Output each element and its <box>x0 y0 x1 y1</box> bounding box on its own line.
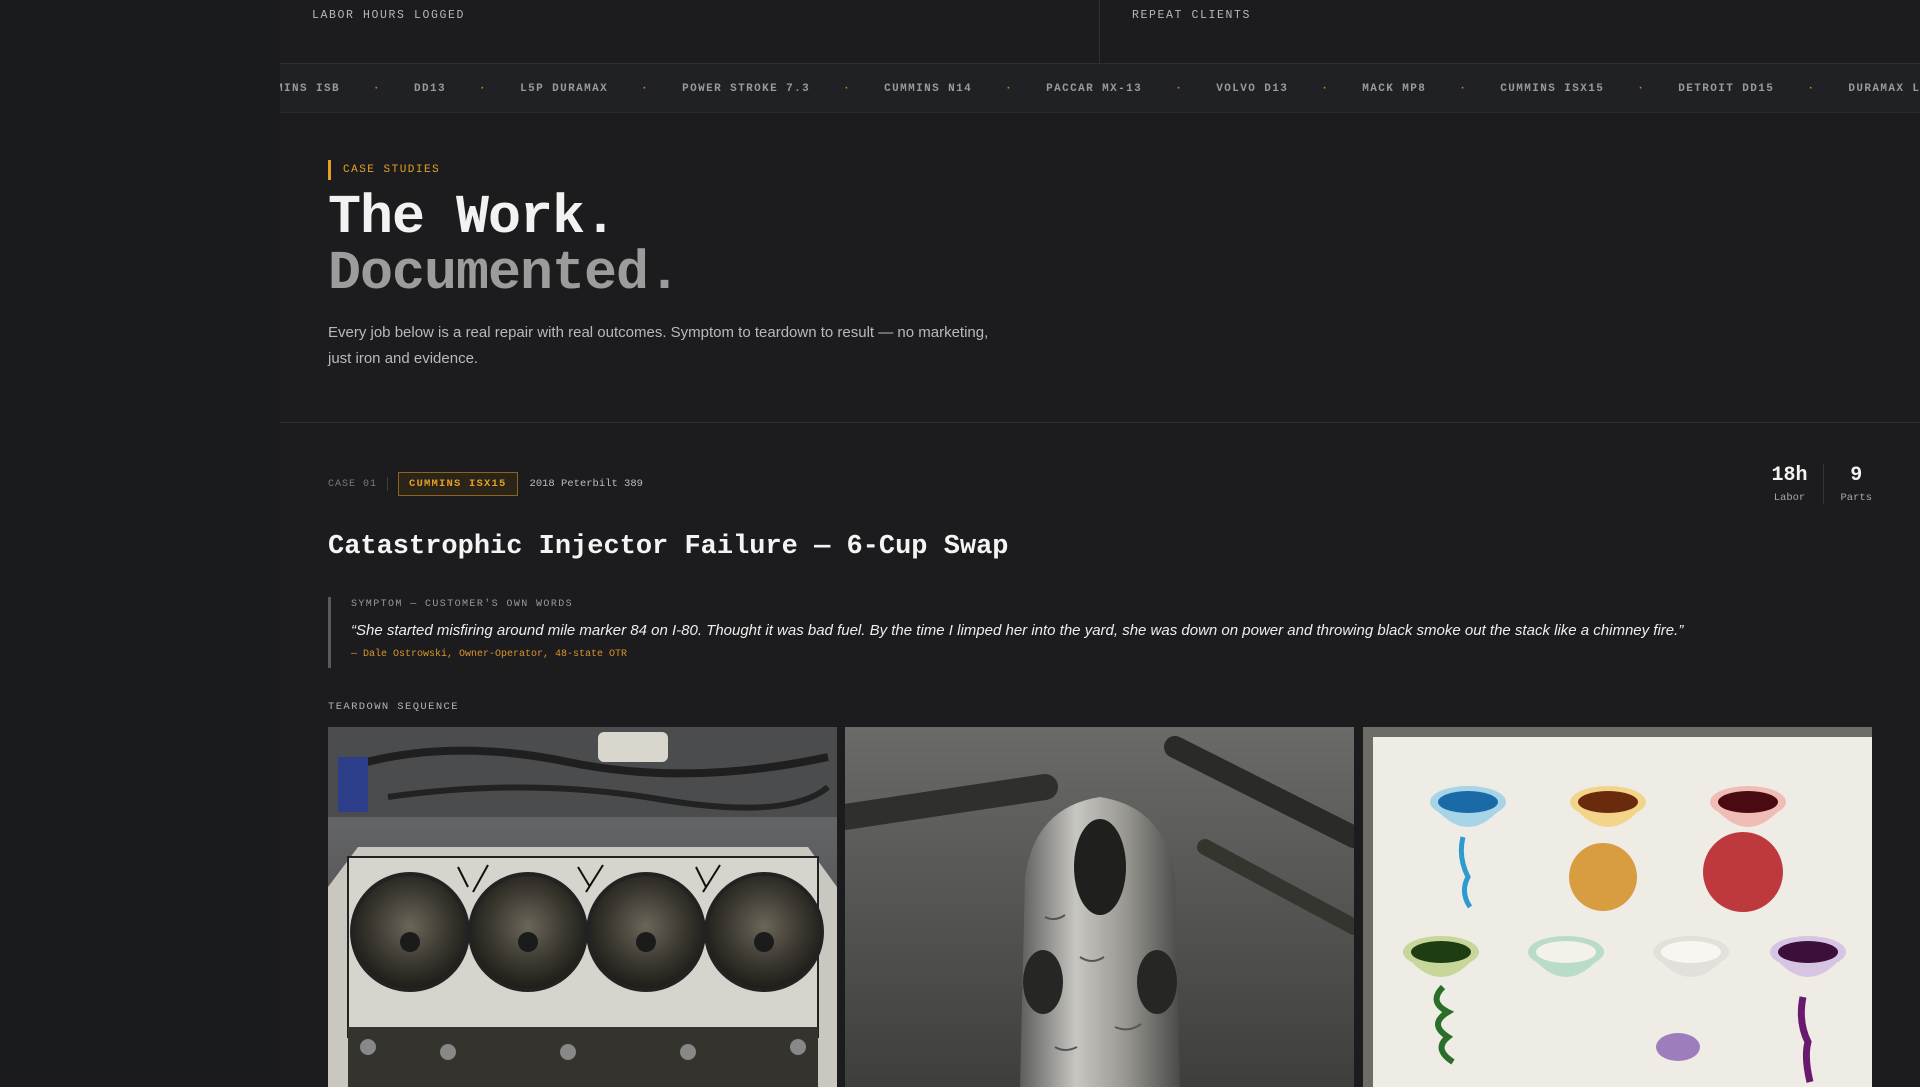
ticker-item: L5P DURAMAX <box>520 82 609 95</box>
dot-separator-icon: · <box>479 82 488 95</box>
stat-repeat-label: REPEAT CLIENTS <box>1132 9 1252 22</box>
ticker-track: CUMMINS ISB · DD13 · L5P DURAMAX · POWER STROK… <box>280 64 1920 112</box>
meta-divider <box>387 477 389 491</box>
stat-labor-hours: LABOR HOURS LOGGED <box>280 0 1100 64</box>
teardown-label: TEARDOWN SEQUENCE <box>328 701 459 713</box>
teardown-photo-injector[interactable] <box>845 727 1354 1087</box>
symptom-quote: “She started misfiring around mile marke… <box>351 622 1684 639</box>
stat-repeat-clients: REPEAT CLIENTS <box>1100 0 1920 64</box>
injector-tip-image <box>845 727 1354 1087</box>
dot-separator-icon: · <box>1459 82 1468 95</box>
case-stat-label: Parts <box>1840 492 1872 504</box>
ticker-item: VOLVO D13 <box>1216 82 1289 95</box>
case-meta: CASE 01 CUMMINS ISX15 2018 Peterbilt 389 <box>328 472 643 496</box>
dot-separator-icon: · <box>1637 82 1646 95</box>
teardown-photo-fluid-samples[interactable] <box>1363 727 1872 1087</box>
dot-separator-icon: · <box>1807 82 1816 95</box>
hero-section: CASE STUDIES The Work. Documented. Every… <box>328 160 1528 372</box>
section-divider <box>280 422 1920 423</box>
hero-title-line2: Documented. <box>328 242 681 305</box>
stat-labor-label: LABOR HOURS LOGGED <box>312 9 466 22</box>
case-stat-label: Labor <box>1773 492 1806 504</box>
ticker-item: MACK MP8 <box>1362 82 1427 95</box>
ticker-item: DD13 <box>414 82 447 95</box>
case-stat-value: 9 <box>1850 464 1863 487</box>
ticker-item: DETROIT DD15 <box>1678 82 1775 95</box>
dot-separator-icon: · <box>1321 82 1330 95</box>
hero-title-line1: The Work. <box>328 186 617 249</box>
main-content: LABOR HOURS LOGGED REPEAT CLIENTS CUMMIN… <box>280 0 1920 1087</box>
dot-separator-icon: · <box>843 82 852 95</box>
case-stat-value: 18h <box>1771 464 1808 487</box>
left-gutter <box>0 0 280 1080</box>
dot-separator-icon: · <box>641 82 650 95</box>
section-eyebrow: CASE STUDIES <box>328 160 1528 180</box>
teardown-photo-cylinder-head[interactable] <box>328 727 837 1087</box>
case-stat-labor: 18h Labor <box>1755 464 1823 504</box>
case-number: CASE 01 <box>328 478 378 490</box>
engine-ticker: CUMMINS ISB · DD13 · L5P DURAMAX · POWER STROK… <box>280 64 1920 113</box>
stats-strip: LABOR HOURS LOGGED REPEAT CLIENTS <box>280 0 1920 64</box>
ticker-item: POWER STROKE 7.3 <box>682 82 811 95</box>
hero-description: Every job below is a real repair with re… <box>328 324 989 367</box>
symptom-label: SYMPTOM — CUSTOMER'S OWN WORDS <box>351 599 574 610</box>
case-stat-parts: 9 Parts <box>1823 464 1872 504</box>
dot-separator-icon: · <box>373 82 382 95</box>
ticker-item: PACCAR MX-13 <box>1046 82 1143 95</box>
case-stats: 18h Labor 9 Parts <box>1755 464 1872 504</box>
dot-separator-icon: · <box>1175 82 1184 95</box>
case-title: Catastrophic Injector Failure — 6-Cup Sw… <box>328 532 1009 562</box>
engine-badge: CUMMINS ISX15 <box>398 472 518 496</box>
ticker-item: CUMMINS ISB <box>280 82 341 95</box>
ticker-item: CUMMINS N14 <box>884 82 973 95</box>
symptom-blockquote: SYMPTOM — CUSTOMER'S OWN WORDS “She star… <box>328 597 1728 668</box>
symptom-attribution: — Dale Ostrowski, Owner-Operator, 48-sta… <box>351 649 628 660</box>
fluid-samples-image <box>1363 727 1872 1087</box>
ticker-item: DURAMAX LML <box>1848 82 1920 95</box>
vehicle-label: 2018 Peterbilt 389 <box>529 478 643 490</box>
dot-separator-icon: · <box>1005 82 1014 95</box>
ticker-item: CUMMINS ISX15 <box>1500 82 1605 95</box>
engine-head-image <box>328 727 837 1087</box>
